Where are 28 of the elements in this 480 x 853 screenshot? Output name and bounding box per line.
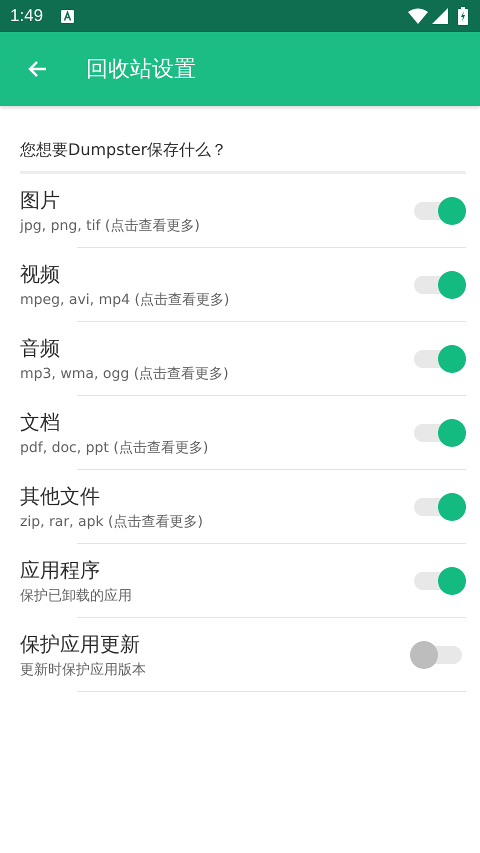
setting-title: 音频 xyxy=(20,335,61,362)
setting-row[interactable]: 文档 pdf, doc, ppt (点击查看更多) xyxy=(0,396,480,470)
setting-subtitle: 保护已卸载的应用 xyxy=(20,587,133,605)
setting-title: 图片 xyxy=(20,187,61,214)
setting-row[interactable]: 其他文件 zip, rar, apk (点击查看更多) xyxy=(0,470,480,544)
signal-icon xyxy=(432,8,448,24)
setting-title: 其他文件 xyxy=(20,483,101,510)
section-title: 您想要Dumpster保存什么？ xyxy=(20,140,466,174)
setting-subtitle: mpeg, avi, mp4 (点击查看更多) xyxy=(20,291,230,309)
setting-title: 文档 xyxy=(20,409,61,436)
notification-icon xyxy=(61,10,74,22)
setting-row[interactable]: 图片 jpg, png, tif (点击查看更多) xyxy=(0,174,480,248)
setting-row[interactable]: 音频 mp3, wma, ogg (点击查看更多) xyxy=(0,322,480,396)
status-time: 1:49 xyxy=(10,6,44,26)
toolbar-title: 回收站设置 xyxy=(86,56,196,84)
setting-subtitle: zip, rar, apk (点击查看更多) xyxy=(20,513,204,531)
setting-row[interactable]: 应用程序 保护已卸载的应用 xyxy=(0,544,480,618)
setting-title: 保护应用更新 xyxy=(20,631,141,658)
setting-row[interactable]: 视频 mpeg, avi, mp4 (点击查看更多) xyxy=(0,248,480,322)
setting-subtitle: pdf, doc, ppt (点击查看更多) xyxy=(20,439,210,457)
setting-title: 应用程序 xyxy=(20,557,101,584)
setting-title: 视频 xyxy=(20,261,61,288)
setting-subtitle: jpg, png, tif (点击查看更多) xyxy=(20,217,201,235)
setting-row[interactable]: 保护应用更新 更新时保护应用版本 xyxy=(0,618,480,692)
setting-subtitle: 更新时保护应用版本 xyxy=(20,661,147,679)
setting-subtitle: mp3, wma, ogg (点击查看更多) xyxy=(20,365,230,383)
wifi-icon xyxy=(408,8,428,24)
battery-icon xyxy=(458,7,468,25)
